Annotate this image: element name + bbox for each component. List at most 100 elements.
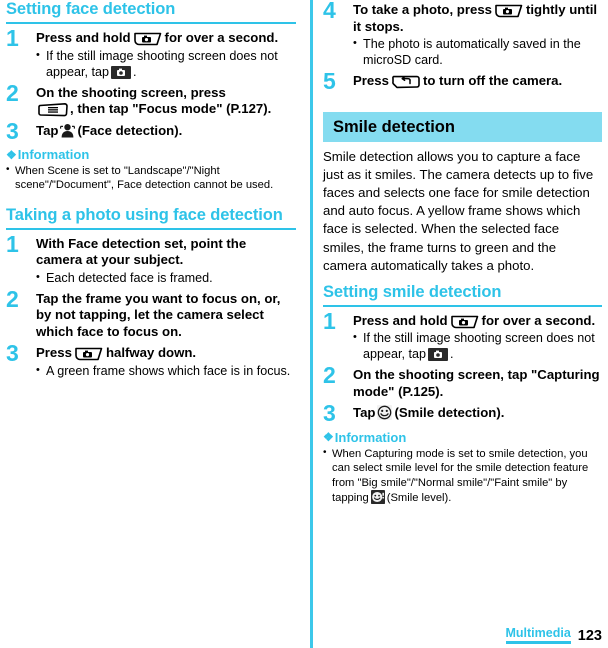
step-number: 2 <box>323 362 336 389</box>
step-number: 2 <box>6 79 19 106</box>
bullet-item: If the still image shooting screen does … <box>353 329 602 362</box>
section-title-setting-smile: Setting smile detection <box>323 282 502 301</box>
diamond-icon: ❖ <box>323 430 334 445</box>
section-rule <box>6 22 296 24</box>
step-item: 3 Tap (Face detection). <box>6 117 296 144</box>
step-text: for over a second. <box>481 312 596 328</box>
bullet-list: The photo is automatically saved in the … <box>353 35 602 68</box>
step-text: (Smile detection). <box>394 405 505 421</box>
step-body: Press to turn off the camera. <box>353 73 602 90</box>
footer-chapter-label: Multimedia <box>505 626 571 644</box>
bullet-text: If the still image shooting screen does … <box>46 48 278 79</box>
camera-app-icon <box>428 348 449 362</box>
step-text: To take a photo, press <box>353 2 492 17</box>
bullet-item: The photo is automatically saved in the … <box>353 35 602 68</box>
step-text: halfway down. <box>105 345 197 361</box>
bullet-text: If the still image shooting screen does … <box>363 331 595 362</box>
step-text: Press <box>36 345 72 361</box>
step-text: Tap <box>353 405 376 421</box>
step-body: On the shooting screen, press, then tap … <box>36 85 296 118</box>
step-body: Tap (Smile detection). <box>353 405 602 422</box>
step-body: Press and hold for over a second. If the … <box>36 30 296 80</box>
bullet-text: . <box>133 64 137 79</box>
bullet-item: If the still image shooting screen does … <box>36 47 296 80</box>
step-number: 3 <box>6 117 19 144</box>
step-body: Tap (Face detection). <box>36 123 296 140</box>
section-rule <box>6 227 296 230</box>
step-text: Press and hold <box>36 30 131 45</box>
left-column: Setting face detection 1 Press and hold f… <box>6 0 296 648</box>
step-text: (Face detection). <box>77 122 183 138</box>
intro-paragraph: Smile detection allows you to capture a … <box>323 148 594 273</box>
step-number: 2 <box>6 285 19 312</box>
section-rule <box>323 304 602 307</box>
step-body: Press and hold for over a second. If the … <box>353 313 602 363</box>
banner-title: Smile detection <box>333 117 455 136</box>
step-number: 1 <box>6 230 19 257</box>
step-text: Tap <box>36 122 59 138</box>
step-text: On the shooting screen, press <box>36 84 226 100</box>
step-body: Tap the frame you want to focus on, or, … <box>36 290 281 339</box>
step-text: , then tap "Focus mode" (P.127). <box>70 101 272 116</box>
step-item: 2 On the shooting screen, press, then ta… <box>6 79 296 118</box>
step-number: 1 <box>323 307 336 334</box>
step-number: 3 <box>6 340 19 367</box>
step-body: On the shooting screen, tap "Capturing m… <box>353 367 600 399</box>
camera-key-icon <box>494 4 524 18</box>
bullet-list: Each detected face is framed. <box>36 269 296 286</box>
information-heading-label: Information <box>334 429 407 445</box>
step-number: 1 <box>6 25 19 51</box>
step-number: 5 <box>323 68 336 94</box>
information-text: (Smile level). <box>386 491 452 504</box>
bullet-list: A green frame shows which face is in foc… <box>36 362 296 379</box>
smile-level-icon <box>370 489 385 504</box>
step-item: 1 Press and hold for over a second. If th… <box>6 25 296 80</box>
step-item: 3 Press halfway down. A green frame shows… <box>6 340 296 379</box>
information-list: When Capturing mode is set to smile dete… <box>323 446 602 505</box>
step-number: 4 <box>323 0 336 23</box>
bullet-list: If the still image shooting screen does … <box>353 329 602 362</box>
manual-page: Setting face detection 1 Press and hold f… <box>0 0 608 648</box>
step-text: With Face detection set, point the camer… <box>36 235 247 268</box>
step-item: 2 Tap the frame you want to focus on, or… <box>6 285 296 341</box>
information-heading: ❖ Information <box>6 147 296 162</box>
bullet-item: Each detected face is framed. <box>36 269 296 286</box>
step-text: Press and hold <box>353 312 448 328</box>
bullet-text: . <box>450 347 454 362</box>
bullet-item: A green frame shows which face is in foc… <box>36 362 296 379</box>
camera-app-icon <box>111 65 132 79</box>
information-list: When Scene is set to "Landscape"/"Night … <box>6 163 296 193</box>
menu-key-icon <box>38 103 68 117</box>
camera-key-icon <box>133 32 163 46</box>
section-title-taking-photo: Taking a photo using face detection <box>6 205 283 224</box>
information-item: When Capturing mode is set to smile dete… <box>323 446 602 505</box>
smile-detection-banner: Smile detection <box>323 111 602 142</box>
face-detection-icon <box>60 123 76 138</box>
smile-detection-icon <box>377 405 393 421</box>
step-item: 4 To take a photo, press tightly until it… <box>323 0 602 68</box>
page-footer: Multimedia 123 <box>505 626 602 644</box>
diamond-icon: ❖ <box>6 147 17 162</box>
back-key-icon <box>391 75 421 89</box>
step-text: to turn off the camera. <box>422 73 563 88</box>
camera-key-icon <box>74 347 104 361</box>
bullet-list: If the still image shooting screen does … <box>36 47 296 80</box>
step-text: Press <box>353 73 389 88</box>
step-item: 1 Press and hold for over a second. If th… <box>323 307 602 363</box>
camera-key-icon <box>450 315 480 329</box>
information-heading: ❖ Information <box>323 430 602 445</box>
step-item: 3 Tap (Smile detection). <box>323 400 602 427</box>
page-title: Setting face detection <box>6 0 176 18</box>
page-number: 123 <box>577 628 602 644</box>
information-item: When Scene is set to "Landscape"/"Night … <box>6 163 296 193</box>
step-body: With Face detection set, point the camer… <box>36 236 296 286</box>
step-body: To take a photo, press tightly until it s… <box>353 2 602 68</box>
information-heading-label: Information <box>17 147 90 162</box>
step-body: Press halfway down. A green frame shows w… <box>36 345 296 379</box>
step-item: 1 With Face detection set, point the cam… <box>6 230 296 286</box>
right-column: 4 To take a photo, press tightly until it… <box>310 0 602 648</box>
step-item: 2 On the shooting screen, tap "Capturing… <box>323 362 602 400</box>
step-text: for over a second. <box>164 30 279 45</box>
step-item: 5 Press to turn off the camera. <box>323 68 602 94</box>
step-number: 3 <box>323 400 336 427</box>
